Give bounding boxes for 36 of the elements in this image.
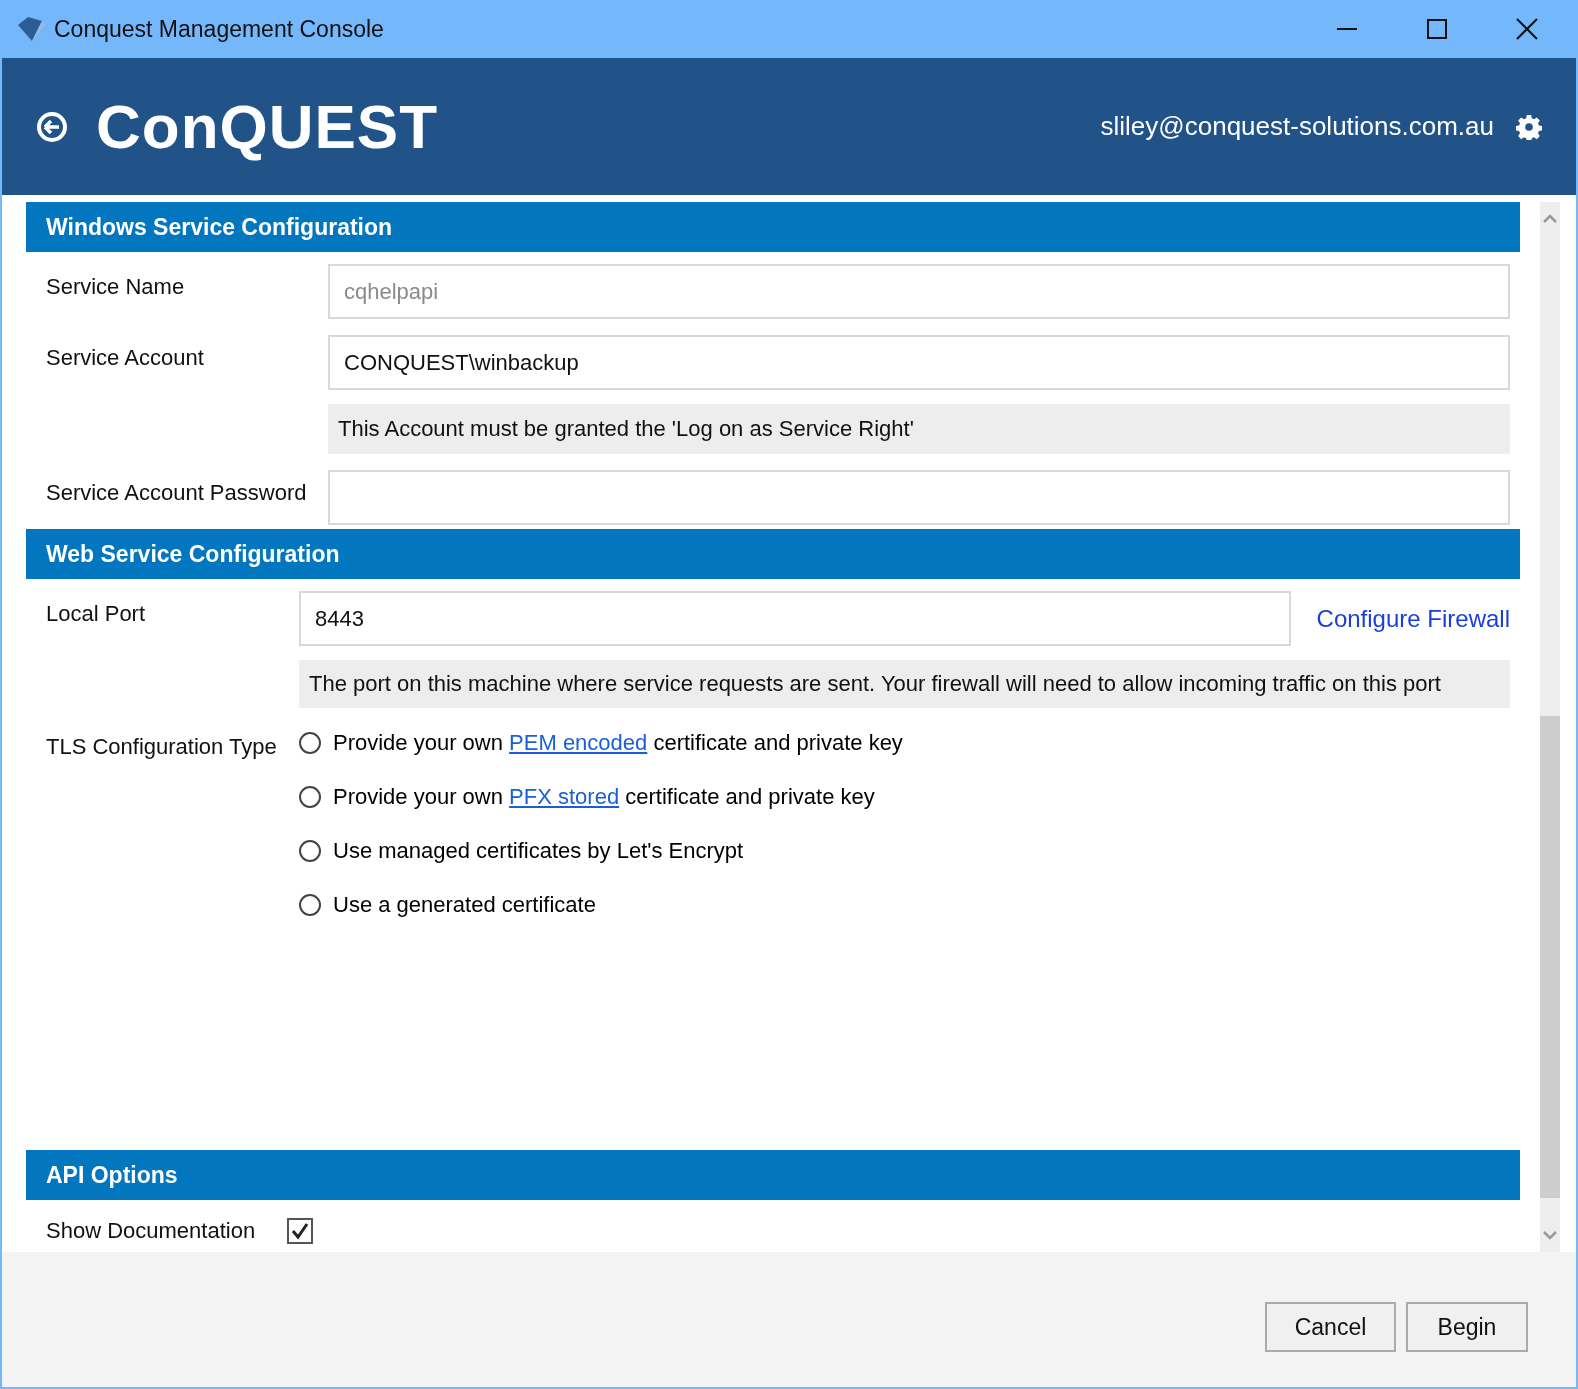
app-icon — [16, 16, 46, 42]
field-label: Service Name — [46, 273, 186, 301]
radio-button[interactable] — [299, 786, 321, 808]
text-field[interactable]: cqhelpapi — [328, 264, 1510, 319]
logo: ConQUEST — [96, 91, 439, 162]
section-header: Web Service Configuration — [26, 529, 1520, 579]
checkbox[interactable] — [287, 1218, 314, 1244]
field-label: TLS Configuration Type — [46, 733, 278, 761]
option-label: Provide your own PEM encoded certificate and private key — [333, 730, 903, 756]
scrollbar-thumb[interactable] — [1540, 716, 1560, 1198]
option-label: Use a generated certificate — [333, 892, 596, 918]
radio-button[interactable] — [299, 840, 321, 862]
window-title: Conquest Management Console — [54, 15, 384, 43]
info-note: The port on this machine where service requests are sent. Your firewall will need to allow incoming traffic on this port — [299, 660, 1510, 708]
info-link[interactable]: PFX stored — [509, 784, 620, 809]
port-field[interactable]: 8443 — [299, 591, 1291, 646]
section-header: Windows Service Configuration — [26, 202, 1520, 252]
option-label: Provide your own PFX stored certificate and private key — [333, 784, 875, 810]
text-field[interactable] — [328, 470, 1510, 525]
dialog-button[interactable]: Cancel — [1265, 1302, 1396, 1352]
radio-button[interactable] — [299, 894, 321, 916]
info-note: This Account must be granted the 'Log on as Service Right' — [328, 404, 1510, 454]
radio-button[interactable] — [299, 732, 321, 754]
user-email: sliley@conquest-solutions.com.au — [1100, 111, 1494, 142]
option-label: Use managed certificates by Let's Encrypt — [333, 838, 744, 864]
field-label: Local Port — [46, 600, 147, 628]
configure-firewall-link[interactable]: Configure Firewall — [1316, 604, 1510, 633]
text-field[interactable]: CONQUEST\winbackup — [328, 335, 1510, 390]
field-label: Service Account Password — [46, 479, 308, 507]
back-icon[interactable] — [36, 110, 68, 143]
field-label: Service Account — [46, 344, 205, 372]
settings-icon[interactable] — [1516, 113, 1542, 140]
section-header: API Options — [26, 1150, 1520, 1200]
info-link[interactable]: PEM encoded — [509, 730, 648, 755]
dialog-button[interactable]: Begin — [1406, 1302, 1528, 1352]
checkbox-label: Show Documentation — [46, 1218, 256, 1244]
